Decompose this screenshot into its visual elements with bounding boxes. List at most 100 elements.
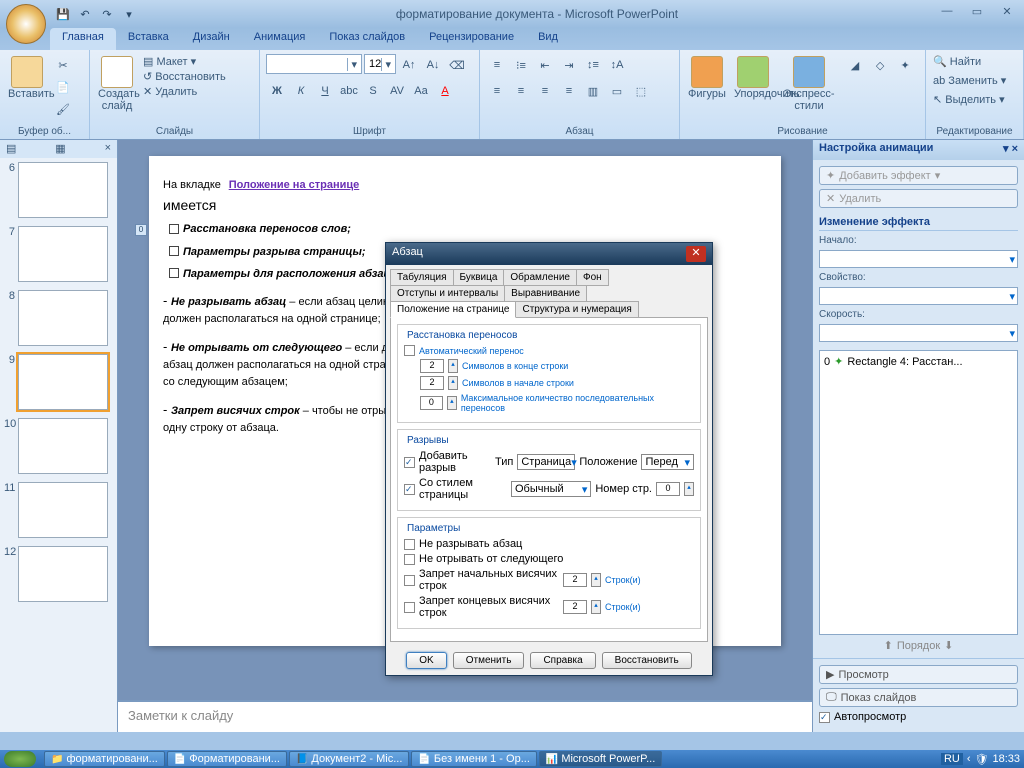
replace-button[interactable]: ab Заменить ▾ — [932, 73, 1007, 88]
new-slide-button[interactable]: Создать слайд — [96, 54, 138, 114]
grow-font-icon[interactable]: A↑ — [398, 54, 420, 76]
move-up-icon[interactable]: ⬆ — [884, 639, 893, 652]
chars-start-spinner[interactable]: 2 — [420, 376, 444, 390]
indent-inc-icon[interactable]: ⇥ — [558, 54, 580, 76]
dialog-tab-alignment[interactable]: Выравнивание — [504, 285, 587, 302]
close-pane-icon[interactable]: × — [105, 142, 111, 156]
char-spacing-icon[interactable]: AV — [386, 80, 408, 102]
spinner-buttons[interactable]: ▴ — [448, 376, 458, 390]
bullets-icon[interactable]: ≡ — [486, 54, 508, 76]
columns-icon[interactable]: ▥ — [582, 80, 604, 102]
thumbnail-9[interactable] — [18, 354, 108, 410]
dialog-tab-tabulation[interactable]: Табуляция — [390, 269, 454, 286]
tab-slideshow[interactable]: Показ слайдов — [317, 28, 417, 50]
page-style-combo[interactable]: Обычный▾ — [511, 481, 591, 497]
shadow-icon[interactable]: S — [362, 80, 384, 102]
dialog-tab-position[interactable]: Положение на странице — [390, 301, 516, 318]
find-button[interactable]: 🔍 Найти — [932, 54, 982, 69]
quick-styles-button[interactable]: Экспресс-стили — [778, 54, 840, 114]
add-break-checkbox[interactable] — [404, 457, 415, 468]
widow-lines-spinner[interactable]: 2 — [563, 600, 587, 614]
clock[interactable]: 18:33 — [992, 753, 1020, 765]
preview-button[interactable]: ▶ Просмотр — [819, 665, 1018, 684]
chars-end-spinner[interactable]: 2 — [420, 359, 444, 373]
auto-hyphen-checkbox[interactable] — [404, 345, 415, 356]
cancel-button[interactable]: Отменить — [453, 652, 525, 669]
task-item[interactable]: 📁 форматировани... — [44, 751, 165, 767]
font-size-combo[interactable]: 12▾ — [364, 54, 396, 74]
change-case-icon[interactable]: Aa — [410, 80, 432, 102]
task-item[interactable]: 📊 Microsoft PowerP... — [539, 751, 662, 767]
page-style-checkbox[interactable] — [404, 484, 415, 495]
qat-customize-icon[interactable]: ▾ — [120, 5, 138, 23]
copy-icon[interactable]: 📄 — [52, 76, 74, 98]
format-painter-icon[interactable]: 🖌 — [52, 98, 74, 120]
shapes-button[interactable]: Фигуры — [686, 54, 728, 102]
layout-button[interactable]: ▤ Макет ▾ — [142, 54, 227, 69]
font-name-combo[interactable]: ▾ — [266, 54, 362, 74]
keep-together-checkbox[interactable] — [404, 539, 415, 550]
move-down-icon[interactable]: ⬇ — [944, 639, 953, 652]
slideshow-button[interactable]: 🖵 Показ слайдов — [819, 688, 1018, 707]
help-button[interactable]: Справка — [530, 652, 595, 669]
thumbnail-6[interactable] — [18, 162, 108, 218]
task-item[interactable]: 📘 Документ2 - Mic... — [289, 751, 409, 767]
property-select[interactable]: ▾ — [819, 287, 1018, 305]
autopreview-checkbox[interactable] — [819, 712, 830, 723]
tab-home[interactable]: Главная — [50, 28, 116, 50]
delete-slide-button[interactable]: ✕ Удалить — [142, 84, 227, 99]
speed-select[interactable]: ▾ — [819, 324, 1018, 342]
tray-expand-icon[interactable]: ‹ — [967, 753, 971, 765]
break-type-combo[interactable]: Страница▾ — [517, 454, 575, 470]
close-button[interactable]: ✕ — [996, 5, 1018, 23]
align-right-icon[interactable]: ≡ — [534, 80, 556, 102]
shape-outline-icon[interactable]: ◇ — [869, 54, 891, 76]
minimize-button[interactable]: — — [936, 5, 958, 23]
paste-button[interactable]: Вставить — [6, 54, 48, 102]
outline-tab-icon[interactable]: ▤ — [6, 142, 16, 156]
arrange-button[interactable]: Упорядочить — [732, 54, 774, 102]
remove-effect-button[interactable]: ✕Удалить — [819, 189, 1018, 208]
spinner-buttons[interactable]: ▴ — [591, 600, 601, 614]
maximize-button[interactable]: ▭ — [966, 5, 988, 23]
shape-effects-icon[interactable]: ✦ — [894, 54, 916, 76]
anim-pane-menu-icon[interactable]: ▾ — [1003, 143, 1009, 155]
add-effect-button[interactable]: ✦Добавить эффект ▾ — [819, 166, 1018, 185]
dialog-tab-dropcap[interactable]: Буквица — [453, 269, 505, 286]
animation-list-item[interactable]: 0 ✦ Rectangle 4: Расстан... — [822, 353, 1015, 370]
thumbnail-11[interactable] — [18, 482, 108, 538]
numbering-icon[interactable]: ⁝≡ — [510, 54, 532, 76]
animation-anchor[interactable]: 0 — [135, 224, 147, 236]
underline-icon[interactable]: Ч — [314, 80, 336, 102]
dialog-tab-borders[interactable]: Обрамление — [503, 269, 577, 286]
notes-pane[interactable]: Заметки к слайду — [118, 700, 812, 732]
max-hyphens-spinner[interactable]: 0 — [420, 396, 443, 410]
spinner-buttons[interactable]: ▴ — [448, 359, 458, 373]
align-text-icon[interactable]: ▭ — [606, 80, 628, 102]
anim-pane-close-icon[interactable]: × — [1012, 143, 1018, 155]
align-left-icon[interactable]: ≡ — [486, 80, 508, 102]
justify-icon[interactable]: ≡ — [558, 80, 580, 102]
text-direction-icon[interactable]: ↕A — [606, 54, 628, 76]
undo-icon[interactable]: ↶ — [76, 5, 94, 23]
slide-canvas[interactable]: 0 На вкладке Положение на странице имеет… — [149, 156, 781, 646]
cut-icon[interactable]: ✂ — [52, 54, 74, 76]
align-center-icon[interactable]: ≡ — [510, 80, 532, 102]
spinner-buttons[interactable]: ▴ — [591, 573, 601, 587]
reset-button[interactable]: ↺ Восстановить — [142, 69, 227, 84]
smartart-icon[interactable]: ⬚ — [630, 80, 652, 102]
language-indicator[interactable]: RU — [941, 753, 963, 765]
dialog-close-button[interactable]: ✕ — [686, 246, 706, 262]
spinner-buttons[interactable]: ▴ — [447, 396, 457, 410]
thumbnail-10[interactable] — [18, 418, 108, 474]
start-select[interactable]: ▾ — [819, 250, 1018, 268]
spinner-buttons[interactable]: ▴ — [684, 482, 694, 496]
shrink-font-icon[interactable]: A↓ — [422, 54, 444, 76]
orphan-lines-spinner[interactable]: 2 — [563, 573, 587, 587]
widow-checkbox[interactable] — [404, 602, 415, 613]
tray-icon[interactable]: 🛡 — [975, 753, 989, 766]
tab-review[interactable]: Рецензирование — [417, 28, 526, 50]
bold-icon[interactable]: Ж — [266, 80, 288, 102]
line-spacing-icon[interactable]: ↕≡ — [582, 54, 604, 76]
shape-fill-icon[interactable]: ◢ — [844, 54, 866, 76]
